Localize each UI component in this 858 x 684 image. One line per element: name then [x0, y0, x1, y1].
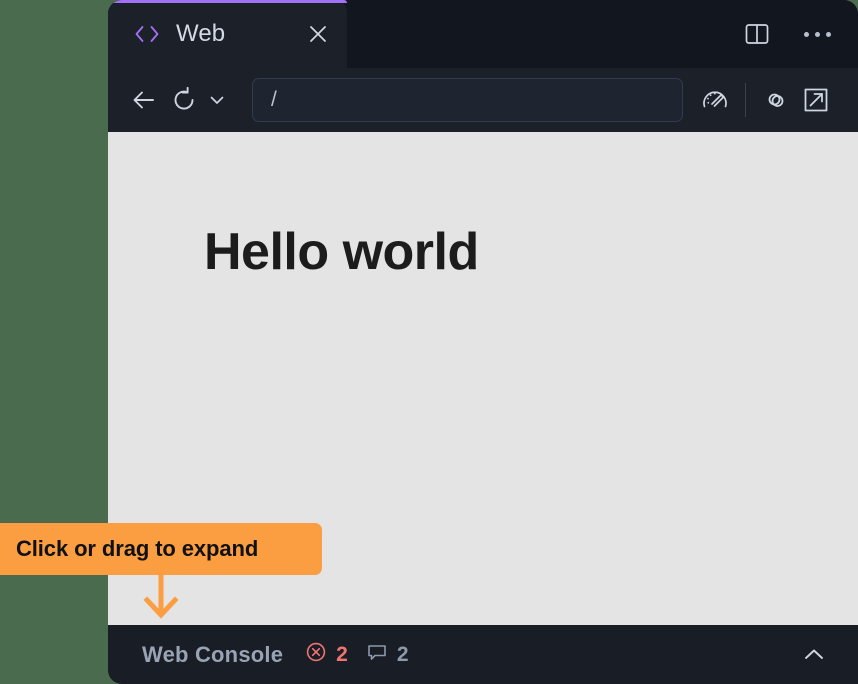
error-circle-icon — [305, 641, 327, 668]
code-brackets-icon — [134, 24, 160, 44]
page-heading: Hello world — [204, 223, 479, 281]
link-icon[interactable] — [756, 80, 796, 120]
expand-callout-tooltip: Click or drag to expand — [0, 523, 322, 575]
back-arrow-icon[interactable] — [124, 80, 164, 120]
tab-title: Web — [176, 20, 226, 47]
speedometer-icon[interactable] — [695, 80, 735, 120]
dot — [814, 31, 820, 37]
dot — [803, 31, 809, 37]
open-external-icon[interactable] — [796, 80, 836, 120]
tab-web[interactable]: Web — [108, 0, 347, 68]
web-console-title: Web Console — [142, 641, 284, 667]
message-count: 2 — [396, 642, 409, 666]
console-error-counter[interactable]: 2 — [305, 641, 348, 668]
error-count: 2 — [336, 642, 348, 666]
tab-strip-actions — [347, 0, 858, 68]
arrow-down-icon — [140, 570, 182, 619]
tab-strip: Web — [108, 0, 858, 68]
more-options-icon[interactable] — [800, 17, 834, 51]
dot — [825, 31, 831, 37]
callout-text: Click or drag to expand — [16, 536, 259, 561]
url-input[interactable]: / — [252, 78, 683, 122]
browser-toolbar: / — [108, 68, 858, 132]
console-message-counter[interactable]: 2 — [366, 641, 409, 668]
url-value: / — [271, 88, 277, 111]
chevron-up-icon[interactable] — [796, 637, 832, 673]
chevron-down-icon[interactable] — [204, 80, 230, 120]
message-bubble-icon — [366, 641, 388, 668]
close-icon[interactable] — [303, 19, 333, 49]
reload-icon[interactable] — [164, 80, 204, 120]
split-pane-icon[interactable] — [740, 17, 774, 51]
browser-preview-window: Web / Hello world Web Console 2 2 — [108, 0, 858, 684]
web-console-bar[interactable]: Web Console 2 2 — [108, 625, 858, 684]
toolbar-divider — [745, 83, 746, 117]
